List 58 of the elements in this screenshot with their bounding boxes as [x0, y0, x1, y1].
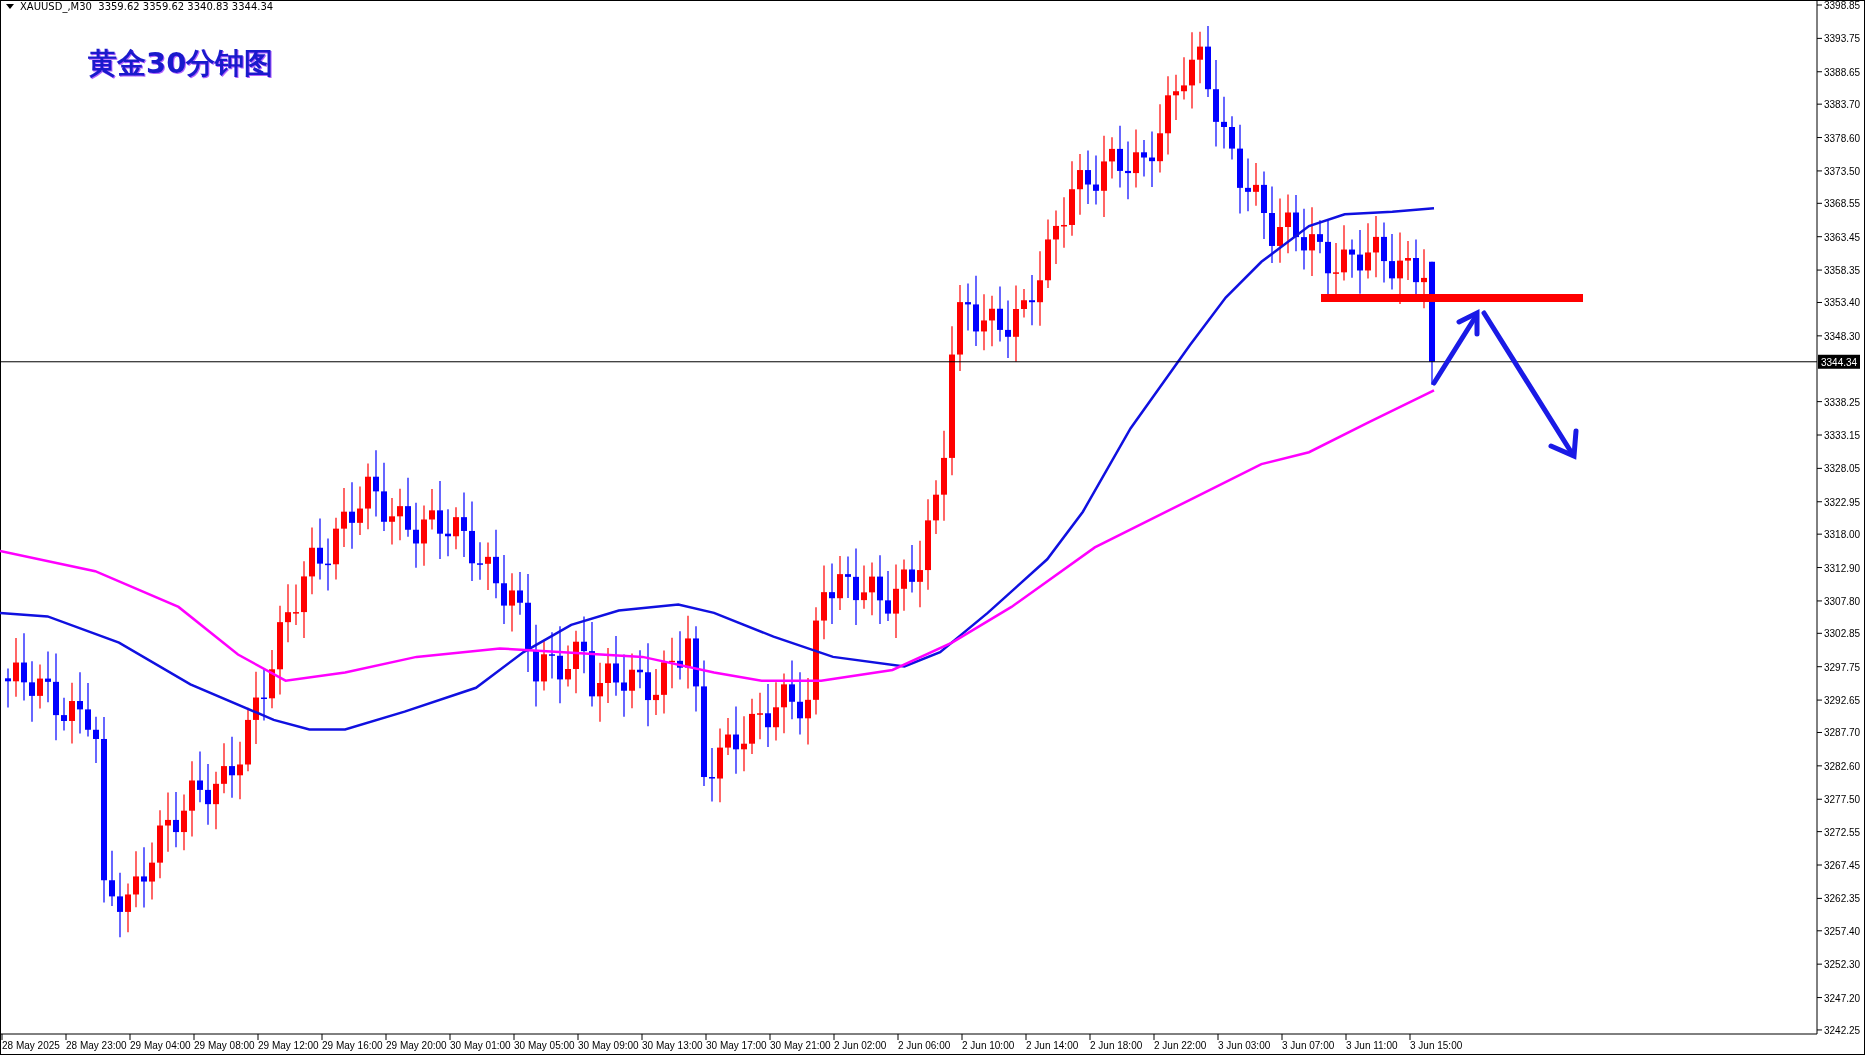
chart-title: 黄金30分钟图	[88, 45, 274, 82]
time-tick-label: 3 Jun 03:00	[1218, 1040, 1271, 1051]
price-tick-label: 3312.90	[1824, 562, 1861, 574]
price-tick-label: 3277.50	[1824, 794, 1861, 806]
dropdown-icon[interactable]	[6, 4, 14, 9]
current-price-label: 3344.34	[1818, 354, 1860, 369]
time-tick-label: 30 May 17:00	[706, 1040, 767, 1051]
time-tick-label: 29 May 12:00	[258, 1040, 319, 1051]
time-tick-label: 29 May 16:00	[322, 1040, 383, 1051]
price-tick-label: 3378.60	[1824, 132, 1861, 144]
price-tick-label: 3282.60	[1824, 760, 1861, 772]
time-tick-label: 28 May 2025	[2, 1040, 60, 1051]
time-tick-label: 30 May 09:00	[578, 1040, 639, 1051]
price-tick-label: 3358.35	[1824, 265, 1861, 277]
price-tick-label: 3373.50	[1824, 165, 1861, 177]
price-tick-label: 3318.00	[1824, 529, 1861, 541]
price-tick-label: 3272.55	[1824, 826, 1861, 838]
time-tick-label: 3 Jun 07:00	[1282, 1040, 1335, 1051]
time-tick-label: 2 Jun 18:00	[1090, 1040, 1143, 1051]
price-tick-label: 3267.45	[1824, 860, 1861, 871]
price-tick-label: 3292.65	[1824, 695, 1861, 707]
time-tick-label: 29 May 08:00	[194, 1040, 255, 1051]
price-tick-label: 3247.20	[1824, 992, 1861, 1004]
time-tick-label: 3 Jun 11:00	[1346, 1040, 1398, 1051]
time-tick-label: 2 Jun 02:00	[834, 1040, 887, 1051]
time-tick-label: 2 Jun 06:00	[898, 1040, 951, 1051]
price-tick-label: 3398.85	[1824, 0, 1861, 11]
time-tick-label: 30 May 21:00	[770, 1040, 831, 1051]
price-tick-label: 3363.45	[1824, 231, 1861, 243]
time-tick-label: 2 Jun 22:00	[1154, 1040, 1207, 1051]
price-tick-label: 3242.25	[1824, 1024, 1861, 1036]
price-tick-label: 3348.30	[1824, 330, 1861, 342]
price-tick-label: 3383.70	[1824, 99, 1861, 111]
price-tick-label: 3333.15	[1824, 430, 1861, 441]
price-tick-label: 3252.30	[1824, 959, 1861, 971]
price-tick-label: 3297.75	[1824, 661, 1861, 673]
time-tick-label: 2 Jun 10:00	[962, 1040, 1015, 1051]
time-tick-label: 29 May 04:00	[130, 1040, 191, 1051]
price-tick-label: 3353.40	[1824, 297, 1861, 309]
time-tick-label: 30 May 05:00	[514, 1040, 575, 1051]
price-tick-label: 3307.80	[1824, 595, 1861, 607]
price-tick-label: 3322.95	[1824, 496, 1861, 508]
price-tick-label: 3328.05	[1824, 463, 1861, 475]
time-tick-label: 2 Jun 14:00	[1026, 1040, 1079, 1051]
price-tick-label: 3302.85	[1824, 628, 1861, 640]
symbol-info: XAUUSD_,M30 3359.62 3359.62 3340.83 3344.34	[20, 1, 274, 12]
time-tick-label: 29 May 20:00	[386, 1040, 447, 1051]
time-tick-label: 28 May 23:00	[66, 1040, 127, 1051]
price-tick-label: 3338.25	[1824, 396, 1861, 408]
price-tick-label: 3393.75	[1824, 33, 1861, 45]
price-tick-label: 3287.70	[1824, 727, 1861, 739]
time-tick-label: 30 May 01:00	[450, 1040, 511, 1051]
price-tick-label: 3257.40	[1824, 925, 1861, 937]
price-tick-label: 3368.55	[1824, 198, 1861, 210]
price-tick-label: 3262.35	[1824, 893, 1861, 905]
time-tick-label: 30 May 13:00	[642, 1040, 703, 1051]
price-tick-label: 3388.65	[1824, 66, 1861, 78]
time-tick-label: 3 Jun 15:00	[1410, 1040, 1463, 1051]
